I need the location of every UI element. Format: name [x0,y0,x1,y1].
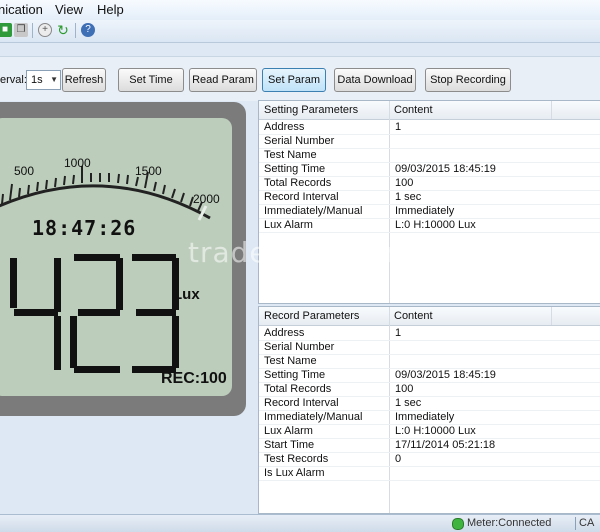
refresh-button[interactable]: Refresh [62,68,106,92]
set-param-button[interactable]: Set Param [262,68,326,92]
table-row[interactable]: Serial Number [259,340,600,355]
refresh-icon[interactable]: ↻ [56,23,70,37]
table-row[interactable]: Test Name [259,148,600,163]
target-icon[interactable]: + [38,23,52,37]
menu-bar: nication View Help [0,0,600,20]
table-row[interactable]: Setting Time 09/03/2015 18:45:19 [259,162,600,177]
menu-view[interactable]: View [55,2,83,17]
column-divider [551,101,552,119]
row-content: 09/03/2015 18:45:19 [395,369,496,381]
row-param: Is Lux Alarm [264,467,325,479]
table-row[interactable]: Serial Number [259,134,600,149]
scale-label-1000: 1000 [64,156,91,170]
table-row[interactable]: Test Name [259,354,600,369]
save-icon[interactable]: ■ [0,23,12,37]
row-param: Immediately/Manual [264,411,363,423]
row-param: Address [264,121,305,133]
row-content: Immediately [395,411,455,423]
row-content: 0 [395,453,402,465]
watermark-text: trade.china.cn [188,236,404,269]
record-parameters-grid[interactable]: Record Parameters Content Address 1 Seria… [258,306,600,514]
setting-grid-header: Setting Parameters Content [259,101,600,120]
chevron-down-icon: ▼ [50,75,58,84]
table-row[interactable]: Address 1 [259,326,600,341]
menu-communication[interactable]: nication [0,2,43,17]
scale-label-1500: 1500 [135,164,162,178]
table-row[interactable]: Lux Alarm L:0 H:10000 Lux [259,424,600,439]
record-grid-header: Record Parameters Content [259,307,600,326]
row-content: 1 [395,121,402,133]
data-download-button[interactable]: Data Download [334,68,416,92]
row-param: Total Records [264,383,332,395]
copy-icon[interactable]: ❐ [14,23,28,37]
table-row[interactable]: Setting Time 09/03/2015 18:45:19 [259,368,600,383]
lcd-time: 18:47:26 [32,216,137,240]
table-row[interactable]: Record Interval 1 sec [259,190,600,205]
lcd-unit: Lux [173,286,200,303]
scale-label-2000: 2000 [193,192,220,206]
row-param: Serial Number [264,341,335,353]
stop-recording-button[interactable]: Stop Recording [425,68,511,92]
row-param: Total Records [264,177,332,189]
row-param: Setting Time [264,163,326,175]
row-param: Test Name [264,355,317,367]
row-param: Record Interval [264,397,339,409]
set-time-button[interactable]: Set Time [118,68,184,92]
scale-label-500: 500 [14,164,35,178]
table-row[interactable]: Start Time 17/11/2014 05:21:18 [259,438,600,453]
table-row[interactable]: Immediately/Manual Immediately [259,204,600,219]
row-param: Address [264,327,305,339]
toolbar-separator [32,23,33,38]
row-content: 100 [395,177,414,189]
column-divider [551,307,552,325]
setting-header-param: Setting Parameters [264,104,359,116]
row-content: Immediately [395,205,455,217]
interval-value: 1s [31,74,43,86]
row-content: 1 sec [395,191,422,203]
setting-parameters-grid[interactable]: Setting Parameters Content Address 1 Seri… [258,100,600,304]
row-param: Start Time [264,439,315,451]
status-separator [575,517,576,530]
row-content: 100 [395,383,414,395]
status-bar: Meter:Connected CA [0,514,600,532]
table-row[interactable]: Record Interval 1 sec [259,396,600,411]
table-row[interactable]: Total Records 100 [259,176,600,191]
table-row[interactable]: Is Lux Alarm [259,466,600,481]
row-param: Immediately/Manual [264,205,363,217]
toolbar: ■ ❐ + ↻ ? [0,20,600,43]
meter-status-text: Meter:Connected [467,517,552,529]
row-content: L:0 H:10000 Lux [395,219,476,231]
interval-label: erval: [0,74,27,86]
row-param: Setting Time [264,369,326,381]
record-header-content: Content [394,310,433,322]
row-param: Lux Alarm [264,425,313,437]
table-row[interactable]: Immediately/Manual Immediately [259,410,600,425]
help-icon[interactable]: ? [81,23,95,37]
menu-help[interactable]: Help [97,2,124,17]
port-status-text: CA [579,517,595,529]
table-row[interactable]: Lux Alarm L:0 H:10000 Lux [259,218,600,233]
row-param: Lux Alarm [264,219,313,231]
table-row[interactable]: Address 1 [259,120,600,135]
row-content: 1 [395,327,402,339]
row-content: 1 sec [395,397,422,409]
setting-header-content: Content [394,104,433,116]
interval-select[interactable]: 1s ▼ [26,70,61,90]
row-param: Record Interval [264,191,339,203]
row-content: 09/03/2015 18:45:19 [395,163,496,175]
row-param: Test Name [264,149,317,161]
record-header-param: Record Parameters [264,310,360,322]
row-param: Test Records [264,453,329,465]
table-row[interactable]: Total Records 100 [259,382,600,397]
row-content: 17/11/2014 05:21:18 [395,439,496,451]
lcd-rec-count: REC:100 [161,370,227,387]
read-param-button[interactable]: Read Param [189,68,257,92]
status-led-icon [452,518,464,530]
toolbar-separator [75,23,76,38]
row-param: Serial Number [264,135,335,147]
row-content: L:0 H:10000 Lux [395,425,476,437]
table-row[interactable]: Test Records 0 [259,452,600,467]
